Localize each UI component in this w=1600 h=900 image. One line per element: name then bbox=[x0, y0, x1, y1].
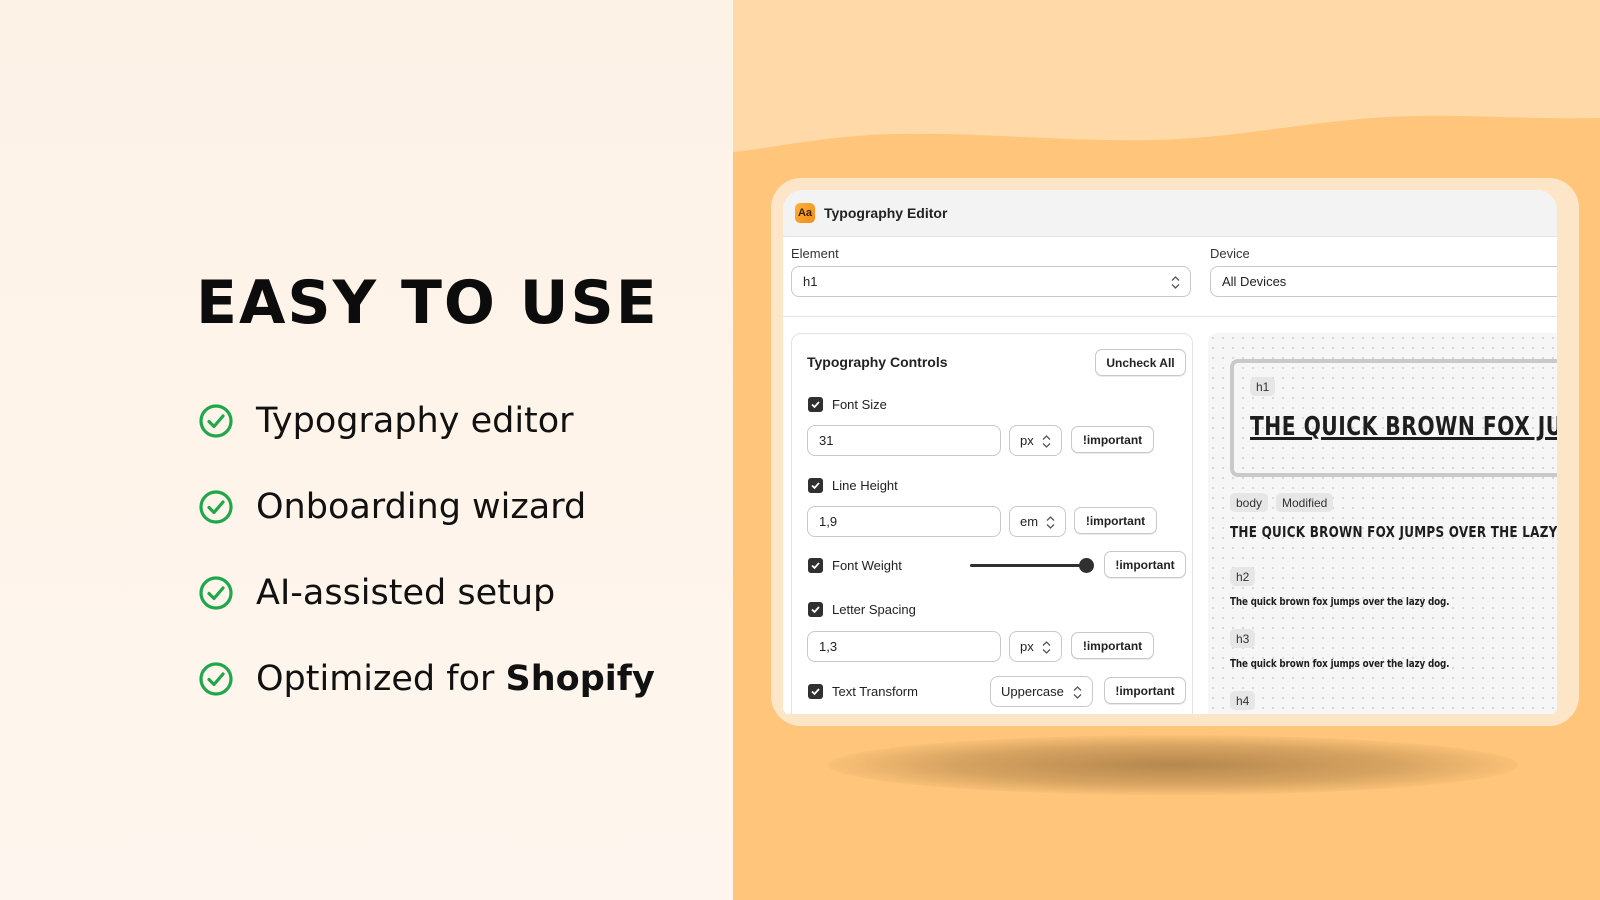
app-window: Aa Typography Editor Element h1 Device A… bbox=[783, 190, 1557, 714]
uncheck-all-button[interactable]: Uncheck All bbox=[1095, 349, 1186, 376]
font-size-checkbox[interactable] bbox=[808, 397, 823, 412]
h1-preview-text: THE QUICK BROWN FOX JU bbox=[1250, 412, 1557, 442]
h2-tag: h2 bbox=[1230, 567, 1256, 586]
letter-spacing-unit-select[interactable]: px bbox=[1009, 631, 1062, 662]
device-select[interactable]: All Devices bbox=[1210, 266, 1557, 297]
check-circle-icon bbox=[199, 404, 233, 438]
h3-preview-text: The quick brown fox jumps over the lazy … bbox=[1230, 657, 1450, 670]
text-transform-checkbox[interactable] bbox=[808, 684, 823, 699]
feature-text: Onboarding wizard bbox=[256, 487, 587, 527]
body-tag: body bbox=[1230, 493, 1269, 512]
modified-badge: Modified bbox=[1276, 493, 1334, 512]
select-stepper-icon bbox=[1042, 435, 1051, 448]
body-preview-text: THE QUICK BROWN FOX JUMPS OVER THE LAZY … bbox=[1230, 523, 1557, 541]
title-bar: Aa Typography Editor bbox=[783, 190, 1557, 237]
line-height-important-button[interactable]: !important bbox=[1074, 507, 1157, 534]
font-size-label: Font Size bbox=[832, 397, 887, 412]
checkmark-icon bbox=[811, 482, 820, 490]
font-size-unit-select[interactable]: px bbox=[1009, 425, 1062, 456]
feature-text: Optimized for Shopify bbox=[256, 659, 655, 699]
font-weight-slider-track[interactable] bbox=[970, 564, 1086, 567]
select-stepper-icon bbox=[1073, 686, 1082, 699]
feature-item: AI-assisted setup bbox=[198, 550, 655, 636]
feature-item: Optimized for Shopify bbox=[198, 636, 655, 722]
device-select-value: All Devices bbox=[1222, 274, 1287, 289]
checkmark-icon bbox=[811, 401, 820, 409]
text-transform-important-button[interactable]: !important bbox=[1104, 677, 1186, 704]
device-shadow bbox=[828, 735, 1518, 795]
letter-spacing-input[interactable]: 1,3 bbox=[807, 631, 1001, 662]
font-size-unit-value: px bbox=[1020, 433, 1034, 448]
element-select-value: h1 bbox=[803, 274, 818, 289]
select-stepper-icon bbox=[1171, 276, 1180, 289]
line-height-unit-value: em bbox=[1020, 514, 1039, 529]
h4-tag: h4 bbox=[1230, 691, 1256, 710]
h1-tag: h1 bbox=[1250, 377, 1276, 396]
divider bbox=[783, 316, 1557, 317]
select-stepper-icon bbox=[1046, 516, 1055, 529]
left-panel: EASY TO USE Typography editor Onboarding… bbox=[0, 0, 733, 900]
font-weight-slider-handle[interactable] bbox=[1079, 558, 1094, 573]
feature-text-prefix: Optimized for bbox=[256, 659, 506, 699]
typography-controls-card: Typography Controls Uncheck All Font Siz… bbox=[791, 333, 1193, 714]
font-weight-important-button[interactable]: !important bbox=[1104, 551, 1186, 578]
preview-panel: h1 THE QUICK BROWN FOX JU body Modified … bbox=[1208, 333, 1557, 714]
letter-spacing-unit-value: px bbox=[1020, 639, 1034, 654]
controls-title: Typography Controls bbox=[807, 354, 948, 370]
letter-spacing-checkbox[interactable] bbox=[808, 602, 823, 617]
feature-item: Onboarding wizard bbox=[198, 464, 655, 550]
checkmark-icon bbox=[811, 562, 820, 570]
feature-text: Typography editor bbox=[256, 401, 574, 441]
right-panel: Aa Typography Editor Element h1 Device A… bbox=[733, 0, 1600, 900]
element-select[interactable]: h1 bbox=[791, 266, 1191, 297]
element-label: Element bbox=[791, 246, 839, 261]
check-circle-icon bbox=[199, 576, 233, 610]
shopify-brand: Shopify bbox=[505, 659, 655, 699]
h2-preview-text: The quick brown fox jumps over the lazy … bbox=[1230, 595, 1450, 608]
device-label: Device bbox=[1210, 246, 1250, 261]
line-height-checkbox[interactable] bbox=[808, 478, 823, 493]
line-height-input[interactable]: 1,9 bbox=[807, 506, 1001, 537]
letter-spacing-label: Letter Spacing bbox=[832, 602, 916, 617]
line-height-label: Line Height bbox=[832, 478, 898, 493]
letter-spacing-important-button[interactable]: !important bbox=[1071, 632, 1154, 659]
app-title: Typography Editor bbox=[824, 205, 948, 221]
feature-item: Typography editor bbox=[198, 378, 655, 464]
text-transform-label: Text Transform bbox=[832, 684, 918, 699]
font-size-input[interactable]: 31 bbox=[807, 425, 1001, 456]
text-transform-select[interactable]: Uppercase bbox=[990, 676, 1093, 707]
select-stepper-icon bbox=[1042, 641, 1051, 654]
line-height-unit-select[interactable]: em bbox=[1009, 506, 1066, 537]
font-size-important-button[interactable]: !important bbox=[1071, 426, 1154, 453]
app-logo-icon: Aa bbox=[795, 203, 815, 223]
h3-tag: h3 bbox=[1230, 629, 1256, 648]
check-circle-icon bbox=[199, 662, 233, 696]
text-transform-value: Uppercase bbox=[1001, 684, 1064, 699]
headline: EASY TO USE bbox=[196, 268, 659, 338]
font-weight-label: Font Weight bbox=[832, 558, 902, 573]
check-circle-icon bbox=[199, 490, 233, 524]
feature-list: Typography editor Onboarding wizard AI-a… bbox=[198, 378, 655, 722]
checkmark-icon bbox=[811, 606, 820, 614]
feature-text: AI-assisted setup bbox=[256, 573, 556, 613]
checkmark-icon bbox=[811, 688, 820, 696]
font-weight-checkbox[interactable] bbox=[808, 558, 823, 573]
device-frame: Aa Typography Editor Element h1 Device A… bbox=[771, 178, 1579, 726]
